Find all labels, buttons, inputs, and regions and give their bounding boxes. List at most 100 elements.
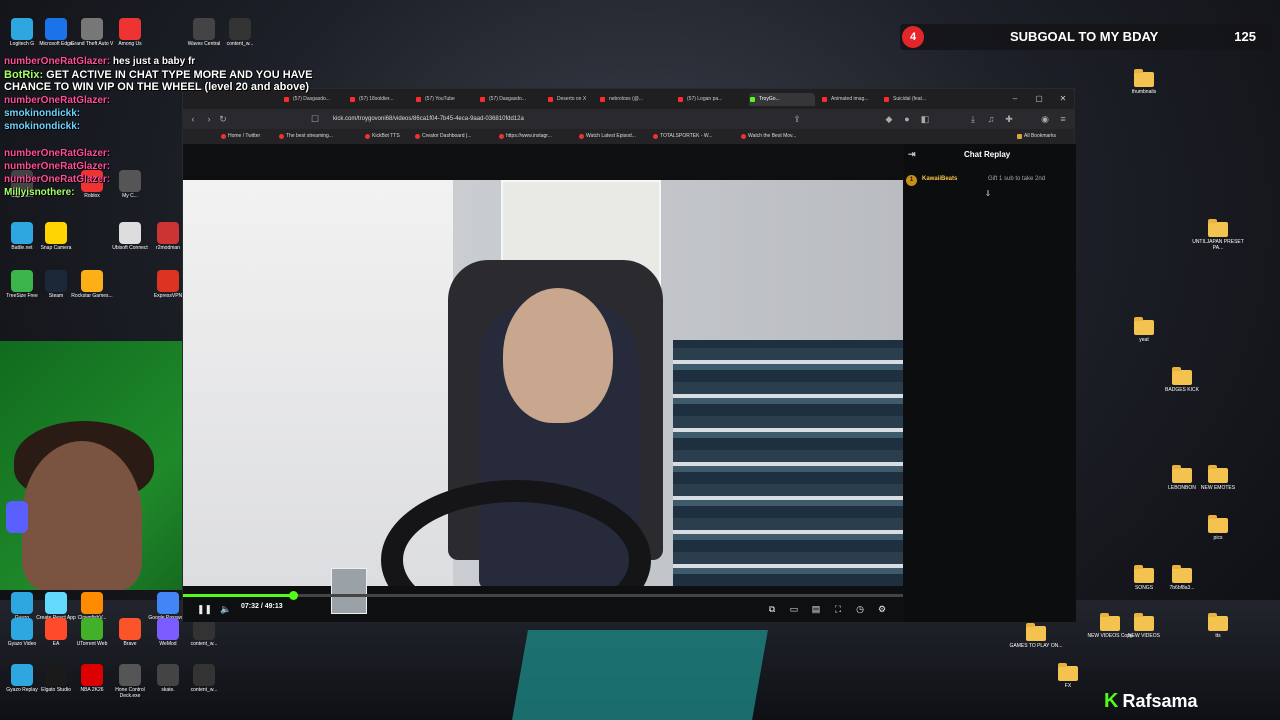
folder-icon bbox=[1026, 623, 1046, 641]
extension-icon-3[interactable]: ◧ bbox=[919, 113, 931, 125]
theater-icon[interactable]: ▭ bbox=[787, 602, 801, 616]
volume-icon[interactable]: 🔈 bbox=[219, 602, 233, 616]
share-icon[interactable]: ⇪ bbox=[791, 113, 803, 125]
desktop-folder[interactable]: UNTILJAPAN PRESET PA... bbox=[1190, 219, 1246, 251]
app-icon bbox=[45, 270, 67, 292]
browser-tab[interactable]: Deserto on X bbox=[547, 93, 595, 106]
folder-label: FX bbox=[1064, 683, 1072, 689]
app-icon bbox=[11, 664, 33, 686]
close-icon[interactable]: ✕ bbox=[1057, 93, 1069, 105]
tab-label: (57) Dasgasdo... bbox=[489, 96, 526, 102]
browser-tab[interactable]: Animated imag... bbox=[821, 93, 879, 106]
bookmark-item[interactable]: https://www.instagr... bbox=[499, 132, 552, 141]
seek-bar[interactable] bbox=[183, 591, 903, 600]
minimize-icon[interactable]: – bbox=[1009, 93, 1021, 105]
desktop-folder[interactable]: tts bbox=[1190, 613, 1246, 639]
extension-icon-2[interactable]: ● bbox=[901, 113, 913, 125]
app-icon bbox=[157, 592, 179, 614]
desktop-icon[interactable]: content_w... bbox=[182, 664, 226, 693]
desktop-folder[interactable]: thumbnails bbox=[1116, 69, 1172, 95]
kick-vod-page: ❚❚ 🔈 07:32 / 49:13 ⧉ ▭ ▤ ⛶ ◷ ⚙ ⇥ Chat Re… bbox=[183, 144, 1076, 622]
bookmark-item[interactable]: Creator Dashboard |... bbox=[415, 132, 471, 141]
desktop-icon-label: Rockstar Games... bbox=[71, 293, 113, 299]
browser-tab[interactable]: (57) YouTube bbox=[415, 93, 475, 106]
bookmark-favicon-icon bbox=[653, 134, 658, 139]
speed-icon[interactable]: ◷ bbox=[853, 602, 867, 616]
bookmark-item[interactable]: TOTALSPORTEK - W... bbox=[653, 132, 713, 141]
scroll-down-icon[interactable]: ⇓ bbox=[982, 188, 994, 200]
folder-label: pics bbox=[1213, 535, 1223, 541]
headset-icon bbox=[6, 501, 28, 533]
desktop-folder[interactable]: NEW EMOTES bbox=[1190, 465, 1246, 491]
video-head bbox=[503, 288, 613, 423]
desktop-icon[interactable]: content_w... bbox=[218, 18, 262, 47]
extensions-menu-icon[interactable]: ✚ bbox=[1003, 113, 1015, 125]
media-icon[interactable]: ♫ bbox=[985, 113, 997, 125]
video-player[interactable] bbox=[183, 180, 903, 586]
streamer-brand: K Rafsama bbox=[1104, 690, 1234, 714]
browser-tab[interactable]: (57) Dasgasdo... bbox=[479, 93, 543, 106]
chat-overlay-line: numberOneRatGlazer: bbox=[4, 95, 111, 106]
bookmark-favicon-icon bbox=[741, 134, 746, 139]
bookmark-label: TOTALSPORTEK - W... bbox=[660, 133, 713, 139]
desktop-folder[interactable]: pics bbox=[1190, 515, 1246, 541]
bookmark-label: https://www.instagr... bbox=[506, 133, 552, 139]
settings-icon[interactable]: ⚙ bbox=[875, 602, 889, 616]
url-field[interactable]: kick.com/troygovoni68/videos/86ca1f04-7b… bbox=[333, 113, 803, 125]
app-icon bbox=[81, 270, 103, 292]
tab-label: Deserto on X bbox=[557, 96, 587, 102]
desktop-icon[interactable]: ClownfishV... bbox=[70, 592, 114, 621]
folder-icon bbox=[1172, 367, 1192, 385]
extension-icon[interactable]: ◆ bbox=[883, 113, 895, 125]
chat-overlay-line: numberOneRatGlazer: bbox=[4, 148, 111, 159]
browser-menu-icon[interactable]: ≡ bbox=[1057, 113, 1069, 125]
bookmark-favicon-icon bbox=[415, 134, 420, 139]
desktop-folder[interactable]: 7b6bf8a3... bbox=[1154, 565, 1210, 591]
desktop-icon-label: Ubisoft Connect bbox=[112, 245, 148, 251]
folder-icon bbox=[1134, 69, 1154, 87]
browser-tab[interactable]: TroyGo... bbox=[749, 93, 815, 106]
miniplayer-icon[interactable]: ⧉ bbox=[765, 602, 779, 616]
desktop-icon[interactable]: Rockstar Games... bbox=[70, 270, 114, 299]
app-icon bbox=[11, 592, 33, 614]
desktop-folder[interactable]: GAMES TO PLAY ON... bbox=[1008, 623, 1064, 649]
brand-name: Rafsama bbox=[1122, 691, 1198, 711]
desktop-folder[interactable]: BADGES KICK bbox=[1154, 367, 1210, 393]
chat-overlay-line: BotRix: GET ACTIVE IN CHAT TYPE MORE AND… bbox=[4, 69, 313, 93]
browser-tab[interactable]: (57) Logan pa... bbox=[677, 93, 745, 106]
fullscreen-icon[interactable]: ⛶ bbox=[831, 602, 845, 616]
desktop-icon-label: Among Us bbox=[118, 41, 142, 47]
browser-tab[interactable]: nebroloss (@... bbox=[599, 93, 673, 106]
desktop-icon[interactable]: Among Us bbox=[108, 18, 152, 47]
desktop-folder[interactable]: NEW VIDEOS bbox=[1116, 613, 1172, 639]
subgoal-badge: 4 bbox=[902, 26, 924, 48]
browser-tab[interactable]: (57) 18soldier... bbox=[349, 93, 411, 106]
folder-label: thumbnails bbox=[1131, 89, 1157, 95]
tab-favicon-icon bbox=[480, 97, 485, 102]
collapse-chat-icon[interactable]: ⇥ bbox=[908, 149, 916, 160]
bookmark-item[interactable]: KickBot TTS bbox=[365, 132, 400, 141]
bookmark-item[interactable]: Watch the Best Mov... bbox=[741, 132, 796, 141]
bookmark-item[interactable]: Watch Latest Episod... bbox=[579, 132, 636, 141]
desktop-icon[interactable]: Snap Camera bbox=[34, 222, 78, 251]
app-icon bbox=[11, 222, 33, 244]
bookmark-favicon-icon bbox=[579, 134, 584, 139]
subgoal-count: 125 bbox=[1234, 29, 1256, 44]
download-icon[interactable]: ⤓ bbox=[967, 113, 979, 125]
seek-handle[interactable] bbox=[289, 591, 299, 600]
all-bookmarks-link[interactable]: All Bookmarks bbox=[1017, 132, 1056, 141]
pause-icon[interactable]: ❚❚ bbox=[197, 602, 212, 616]
folder-icon bbox=[1172, 465, 1192, 483]
desktop-icon[interactable]: content_w... bbox=[182, 618, 226, 647]
chat-username[interactable]: KawaiiBeats bbox=[922, 176, 957, 182]
clip-icon[interactable]: ▤ bbox=[809, 602, 823, 616]
profile-icon[interactable]: ◉ bbox=[1039, 113, 1051, 125]
player-controls: ❚❚ 🔈 07:32 / 49:13 ⧉ ▭ ▤ ⛶ ◷ ⚙ bbox=[183, 600, 903, 618]
desktop-folder[interactable]: yeat bbox=[1116, 317, 1172, 343]
maximize-icon[interactable]: ▢ bbox=[1033, 93, 1045, 105]
browser-tab[interactable]: Suicidal (feat... bbox=[883, 93, 945, 106]
desktop-folder[interactable]: FX bbox=[1040, 663, 1096, 689]
streamer-face bbox=[22, 441, 142, 590]
bookmark-favicon-icon bbox=[499, 134, 504, 139]
desktop-icon-label: Grand Theft Auto V bbox=[70, 41, 114, 47]
